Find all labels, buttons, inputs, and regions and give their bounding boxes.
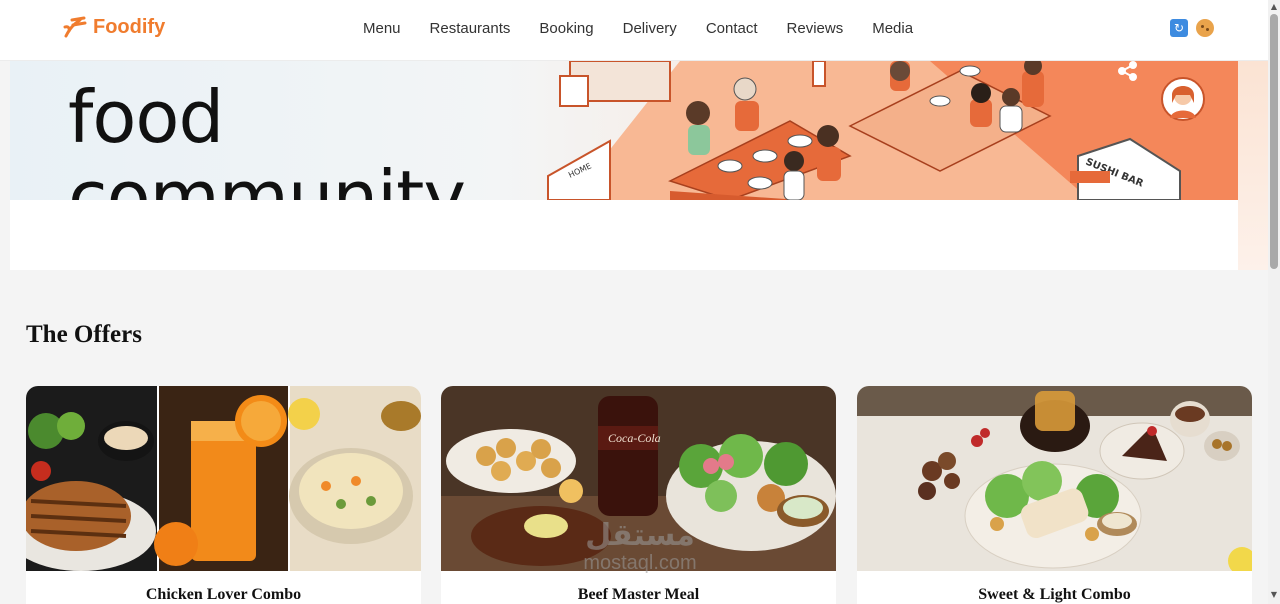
brand-name: Foodify bbox=[93, 15, 166, 38]
scroll-down-arrow-icon[interactable]: ▼ bbox=[1268, 590, 1280, 600]
watermark-latin: mostaql.com bbox=[583, 552, 697, 574]
nav-restaurants[interactable]: Restaurants bbox=[430, 20, 511, 37]
offer-title-beef: Beef Master Meal bbox=[577, 586, 700, 603]
watermark: مستقل mostaql.com bbox=[560, 520, 720, 575]
offer-image-chicken bbox=[26, 386, 421, 571]
avatar-illustration bbox=[1161, 77, 1205, 121]
hero-illustration: HOME SUSHI BAR bbox=[547, 61, 1238, 200]
logo-icon bbox=[63, 16, 87, 38]
hero-title-line1: food bbox=[68, 75, 224, 159]
offer-image-sweet bbox=[857, 386, 1252, 571]
nav-booking[interactable]: Booking bbox=[539, 20, 593, 37]
nav-delivery[interactable]: Delivery bbox=[623, 20, 677, 37]
offers-heading: The Offers bbox=[26, 321, 142, 348]
main-nav: Menu Restaurants Booking Delivery Contac… bbox=[363, 20, 913, 37]
svg-text:Coca-Cola: Coca-Cola bbox=[608, 431, 661, 445]
offer-title-sweet: Sweet & Light Combo bbox=[978, 586, 1131, 603]
hero-banner: food community HOME SUSHI BAR bbox=[10, 61, 1238, 200]
hero-below-blank bbox=[10, 200, 1238, 270]
header-icons: ↻ bbox=[1170, 19, 1214, 37]
page-scrollbar[interactable]: ▲ ▼ bbox=[1268, 0, 1280, 604]
nav-contact[interactable]: Contact bbox=[706, 20, 758, 37]
cookie-icon[interactable] bbox=[1196, 19, 1214, 37]
home-sign: HOME bbox=[547, 139, 611, 200]
offer-title-chicken: Chicken Lover Combo bbox=[145, 586, 302, 603]
scroll-thumb[interactable] bbox=[1270, 14, 1278, 269]
refresh-icon[interactable]: ↻ bbox=[1170, 19, 1188, 37]
hero-title: food community bbox=[68, 75, 466, 200]
nav-media[interactable]: Media bbox=[872, 20, 913, 37]
brand-logo[interactable]: Foodify bbox=[62, 14, 165, 40]
hero-title-line2: community bbox=[68, 155, 466, 200]
offer-card-chicken[interactable]: Chicken Lover Combo bbox=[26, 386, 421, 604]
offer-card-sweet[interactable]: Sweet & Light Combo bbox=[857, 386, 1252, 604]
nav-reviews[interactable]: Reviews bbox=[787, 20, 844, 37]
site-header: Foodify Menu Restaurants Booking Deliver… bbox=[0, 0, 1268, 61]
scroll-up-arrow-icon[interactable]: ▲ bbox=[1268, 2, 1280, 12]
watermark-arabic: مستقل bbox=[585, 518, 695, 553]
nav-menu[interactable]: Menu bbox=[363, 20, 401, 37]
hero-side-strip bbox=[1238, 61, 1268, 270]
